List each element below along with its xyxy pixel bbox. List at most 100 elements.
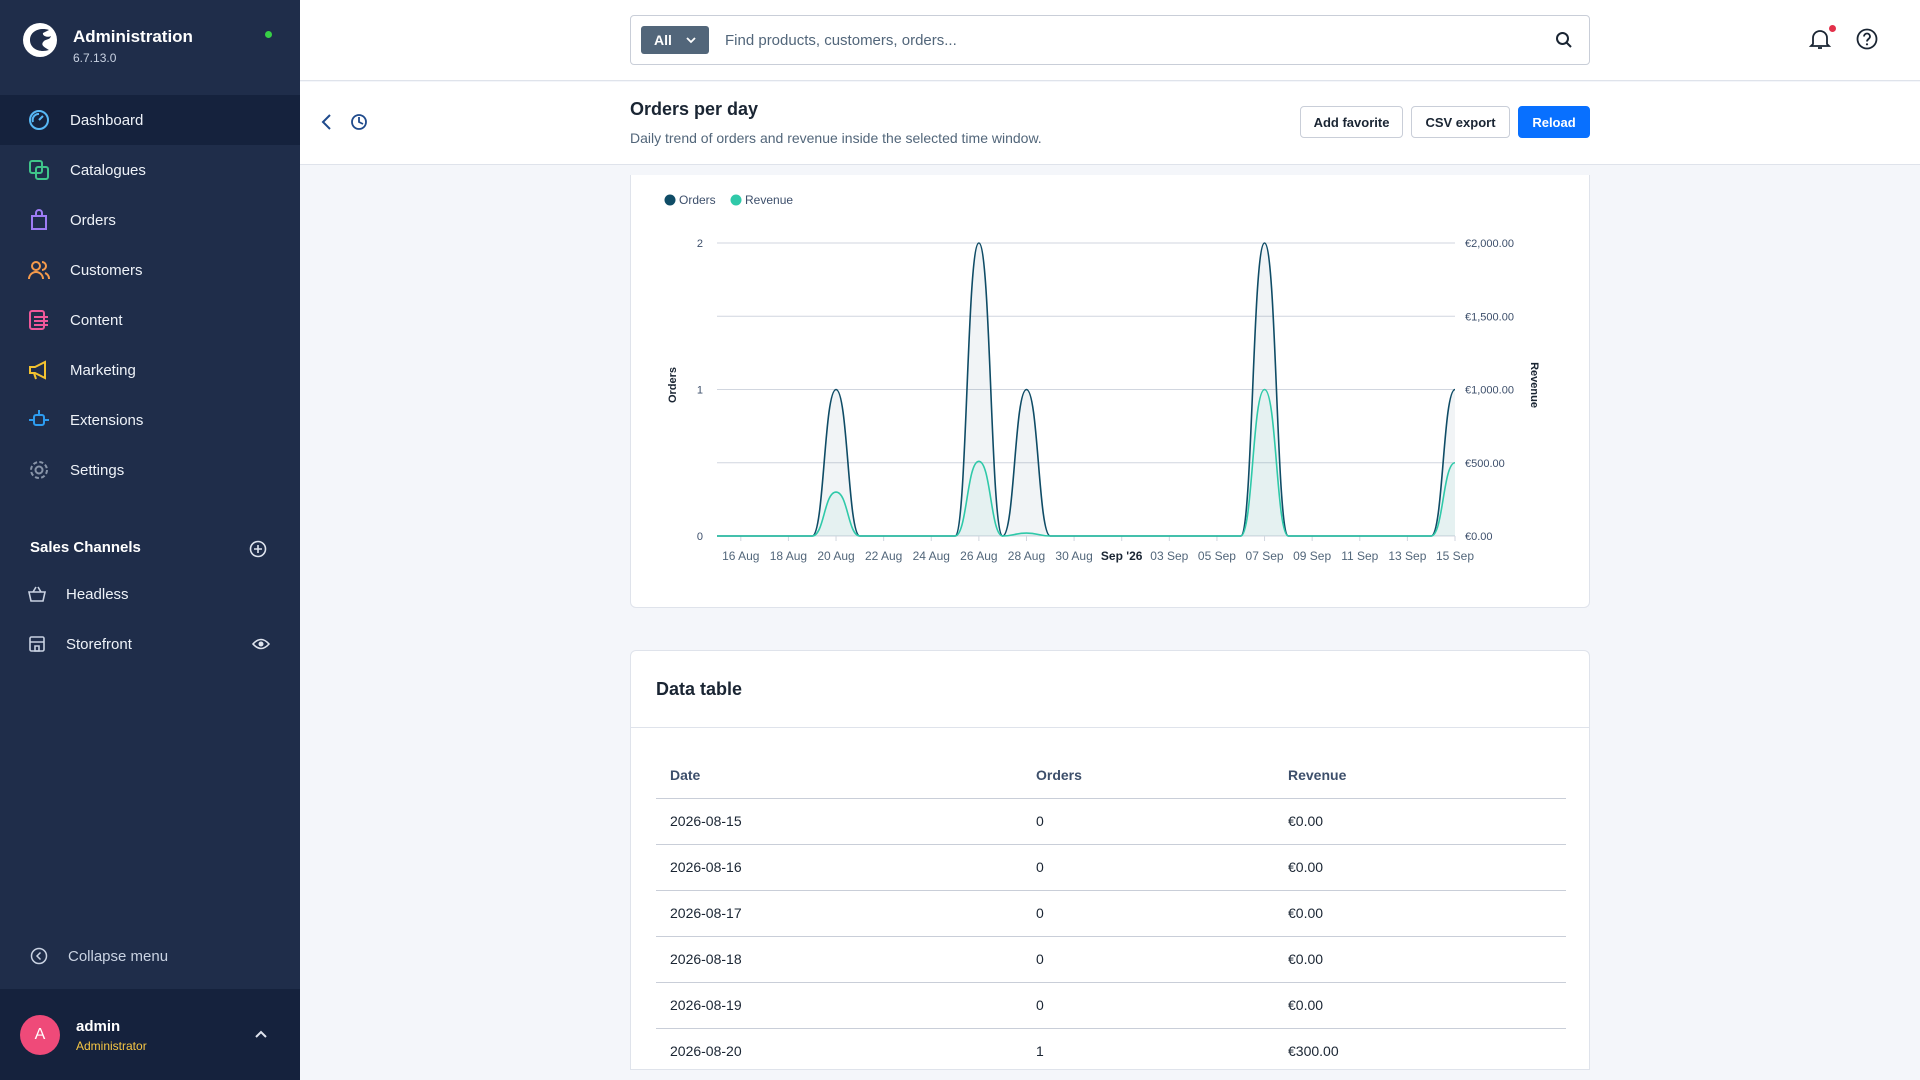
nav-item-customers[interactable]: Customers — [0, 245, 300, 295]
cell-orders: 0 — [1022, 798, 1274, 845]
channel-label: Storefront — [66, 635, 132, 653]
cell-date: 2026-08-18 — [656, 936, 1022, 983]
nav-label: Content — [70, 311, 123, 329]
data-table-card: Data table Date Orders Revenue 2026-08-1… — [630, 650, 1590, 1070]
y-left-tick-label: 2 — [697, 238, 703, 250]
user-name: admin — [76, 1018, 121, 1035]
table-row: 2026-08-20 1 €300.00 — [656, 1028, 1566, 1069]
collapse-menu-button[interactable]: Collapse menu — [0, 941, 300, 971]
logo-icon — [23, 23, 57, 57]
x-tick-label: 28 Aug — [1008, 549, 1045, 563]
clock-icon[interactable] — [350, 113, 368, 131]
help-icon[interactable] — [1856, 28, 1878, 50]
dashboard-icon — [29, 110, 49, 130]
status-dot — [265, 31, 272, 38]
cell-orders: 0 — [1022, 936, 1274, 983]
cell-revenue: €0.00 — [1274, 890, 1566, 937]
reload-button[interactable]: Reload — [1518, 106, 1590, 138]
nav-label: Customers — [70, 261, 143, 279]
settings-icon — [30, 461, 48, 479]
table-header-row: Date Orders Revenue — [656, 752, 1566, 799]
cell-orders: 0 — [1022, 890, 1274, 937]
add-favorite-button[interactable]: Add favorite — [1300, 106, 1403, 138]
sales-channel-headless[interactable]: Headless — [0, 574, 300, 614]
sales-channel-storefront[interactable]: Storefront — [0, 624, 300, 664]
user-menu[interactable]: A admin Administrator — [0, 989, 300, 1080]
nav-label: Marketing — [70, 361, 136, 379]
cell-date: 2026-08-20 — [656, 1028, 1022, 1069]
table-row: 2026-08-19 0 €0.00 — [656, 982, 1566, 1029]
search-scope-label: All — [654, 32, 672, 48]
nav-item-dashboard[interactable]: Dashboard — [0, 95, 300, 145]
basket-icon — [28, 586, 46, 602]
y-right-tick-label: €0.00 — [1465, 531, 1493, 543]
column-header-orders[interactable]: Orders — [1022, 752, 1274, 799]
x-tick-label: 13 Sep — [1388, 549, 1426, 563]
x-tick-label: 22 Aug — [865, 549, 902, 563]
collapse-label: Collapse menu — [68, 947, 169, 965]
table-row: 2026-08-16 0 €0.00 — [656, 844, 1566, 891]
nav-item-orders[interactable]: Orders — [0, 195, 300, 245]
collapse-icon — [30, 947, 48, 965]
nav-item-marketing[interactable]: Marketing — [0, 345, 300, 395]
y-right-tick-label: €1,000.00 — [1465, 385, 1514, 397]
csv-export-button[interactable]: CSV export — [1411, 106, 1510, 138]
cell-revenue: €0.00 — [1274, 798, 1566, 845]
legend-label-orders: Orders — [679, 193, 716, 207]
cell-orders: 1 — [1022, 1028, 1274, 1069]
table-row: 2026-08-18 0 €0.00 — [656, 936, 1566, 983]
column-header-date[interactable]: Date — [656, 752, 1022, 799]
page-title: Orders per day — [630, 99, 759, 119]
x-tick-label: 11 Sep — [1341, 549, 1378, 563]
y-right-axis-title: Revenue — [1528, 362, 1540, 408]
cell-revenue: €300.00 — [1274, 1028, 1566, 1069]
app-version: 6.7.13.0 — [73, 51, 117, 65]
nav-item-catalogues[interactable]: Catalogues — [0, 145, 300, 195]
nav-label: Catalogues — [70, 161, 146, 179]
x-tick-label: 18 Aug — [770, 549, 807, 563]
chevron-down-icon — [686, 37, 696, 44]
column-header-revenue[interactable]: Revenue — [1274, 752, 1566, 799]
data-table-title: Data table — [656, 679, 743, 699]
x-tick-label: 03 Sep — [1150, 549, 1188, 563]
storefront-icon — [29, 636, 45, 652]
legend-marker-orders — [664, 194, 676, 206]
x-tick-label: 07 Sep — [1246, 549, 1284, 563]
y-left-tick-label: 1 — [697, 385, 703, 397]
extensions-icon — [29, 410, 49, 426]
x-tick-label: 05 Sep — [1198, 549, 1236, 563]
top-bar: All — [300, 0, 1920, 81]
cell-revenue: €0.00 — [1274, 982, 1566, 1029]
nav-item-settings[interactable]: Settings — [0, 445, 300, 495]
nav-label: Dashboard — [70, 111, 144, 129]
page-subtitle: Daily trend of orders and revenue inside… — [630, 130, 1042, 146]
x-tick-label: 24 Aug — [913, 549, 950, 563]
chevron-up-icon[interactable] — [254, 1029, 268, 1039]
back-icon[interactable] — [320, 112, 334, 132]
nav-item-extensions[interactable]: Extensions — [0, 395, 300, 445]
marketing-icon — [29, 360, 46, 380]
cell-date: 2026-08-16 — [656, 844, 1022, 891]
nav-item-content[interactable]: Content — [0, 295, 300, 345]
eye-icon[interactable] — [252, 637, 270, 651]
avatar: A — [20, 1015, 60, 1055]
orders-icon — [31, 209, 47, 230]
cell-date: 2026-08-17 — [656, 890, 1022, 937]
nav-label: Orders — [70, 211, 116, 229]
legend-marker-revenue — [730, 194, 742, 206]
add-sales-channel-icon[interactable] — [249, 540, 267, 558]
search-scope-select[interactable]: All — [641, 26, 709, 54]
x-tick-label: 09 Sep — [1293, 549, 1331, 563]
divider — [631, 727, 1589, 728]
search-input[interactable] — [725, 28, 1525, 52]
sidebar: Administration 6.7.13.0 Dashboard Catalo… — [0, 0, 300, 1080]
brand-header: Administration 6.7.13.0 — [0, 0, 300, 95]
y-left-tick-label: 0 — [697, 531, 703, 543]
y-right-tick-label: €2,000.00 — [1465, 238, 1514, 250]
x-tick-label: 26 Aug — [960, 549, 997, 563]
bell-icon[interactable] — [1808, 27, 1832, 51]
legend-label-revenue: Revenue — [745, 193, 793, 207]
search-icon[interactable] — [1555, 31, 1573, 49]
table-row: 2026-08-17 0 €0.00 — [656, 890, 1566, 937]
x-tick-label: 30 Aug — [1055, 549, 1092, 563]
